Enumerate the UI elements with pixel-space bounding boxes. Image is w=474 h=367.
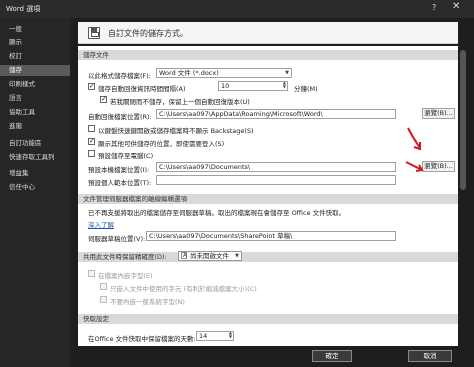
show-more-locations-label: 顯示其他可供儲存的位置，即使需要登入(S) <box>98 140 225 148</box>
sidebar-item-typography[interactable]: 印刷樣式 <box>0 79 70 90</box>
save-format-value: Word 文件 (*.docx) <box>159 69 219 77</box>
document-icon <box>181 252 187 260</box>
window-title: Word 選項 <box>6 5 41 13</box>
fidelity-document-value: 尚未開啟文件 <box>190 252 229 260</box>
default-to-computer-checkbox[interactable] <box>88 150 95 157</box>
fidelity-document-select[interactable]: 尚未開啟文件 ▼ <box>178 251 242 261</box>
sidebar-item-accessibility[interactable]: 協助工具 <box>0 107 70 118</box>
spinner-icon: ▲ ▼ <box>228 331 232 339</box>
embed-used-chars-checkbox[interactable] <box>100 283 107 290</box>
keep-last-version-checkbox[interactable] <box>100 95 107 103</box>
sidebar-item-save[interactable]: 儲存 <box>0 65 70 76</box>
title-bar: Word 選項 ? ✕ <box>0 0 474 18</box>
red-arrow-annotation-2 <box>405 161 424 172</box>
section-save-documents: 儲存文件 <box>78 50 458 60</box>
preserve-fidelity-label: 共用此文件時保留精確度(D): <box>83 253 167 261</box>
embed-fonts-label: 在檔案內嵌字型(E) <box>98 272 153 280</box>
section-offline-editing: 文件管理伺服器檔案的離線編輯選項 <box>78 194 458 204</box>
autorecover-label: 儲存自動回復資訊時間間隔(A) <box>98 85 186 93</box>
no-backstage-label: 以鍵盤快速鍵開啟或儲存檔案時不顯示 Backstage(S) <box>98 127 254 135</box>
default-to-computer-label: 預設儲存至電腦(C) <box>98 152 154 160</box>
learn-more-link[interactable]: 深入了解 <box>88 219 114 229</box>
scrollbar-thumb[interactable] <box>460 50 466 190</box>
show-more-locations-checkbox[interactable] <box>88 137 95 145</box>
chevron-down-icon: ▼ <box>285 70 289 76</box>
sidebar-item-addins[interactable]: 增益集 <box>0 168 70 179</box>
server-drafts-input[interactable]: C:\Users\aa097\Documents\SharePoint 草稿\ <box>146 231 396 241</box>
dialog-footer <box>78 346 458 367</box>
close-icon[interactable]: ✕ <box>452 1 460 12</box>
no-common-fonts-label: 不要內嵌一般系統字型(N) <box>110 298 185 306</box>
spinner-icon: ▲ ▼ <box>282 81 286 89</box>
red-arrow-annotation-1 <box>407 127 421 151</box>
autorecover-location-input[interactable]: C:\Users\aa097\AppData\Roaming\Microsoft… <box>156 109 396 119</box>
autorecover-checkbox[interactable] <box>88 82 95 90</box>
default-local-location-label: 預設本機檔案位置(I): <box>88 166 150 174</box>
autorecover-unit: 分鐘(M) <box>294 85 318 93</box>
cancel-button[interactable]: 取消 <box>408 350 452 362</box>
autorecover-minutes-input[interactable]: 10 ▲ ▼ <box>218 81 288 91</box>
browse-autorecover-button[interactable]: 瀏覽(B)... <box>422 108 455 119</box>
cache-days-label: 在Office 文件快取中保留檔案的天數: <box>88 335 196 343</box>
page-header: 自訂文件的儲存方式。 <box>78 22 458 44</box>
sidebar-item-display[interactable]: 顯示 <box>0 37 70 48</box>
sidebar: 一般 顯示 校訂 儲存 印刷樣式 語言 協助工具 進階 自訂功能區 快速存取工具… <box>0 18 70 367</box>
help-icon[interactable]: ? <box>432 3 436 12</box>
server-drafts-label: 伺服器草稿位置(V): <box>88 235 146 243</box>
save-icon <box>88 27 100 39</box>
personal-template-label: 預設個人範本位置(T): <box>88 179 152 187</box>
embed-used-chars-label: 只嵌入文件中使用的字元 (有利於縮減檔案大小)(C) <box>110 285 257 293</box>
browse-default-local-button[interactable]: 瀏覽(B)... <box>422 161 455 172</box>
offline-info-text: 已不再支援將取出的檔案儲存至伺服器草稿。取出的檔案現在會儲存至 Office 文… <box>88 209 346 217</box>
chevron-down-icon: ▼ <box>235 253 239 259</box>
autorecover-minutes-value: 10 <box>221 82 230 90</box>
settings-panel: 儲存文件 以此格式儲存檔案(F): Word 文件 (*.docx) ▼ 儲存自… <box>78 46 458 346</box>
sidebar-item-customize-ribbon[interactable]: 自訂功能區 <box>0 138 70 149</box>
cache-days-input[interactable]: 14 ▲ ▼ <box>196 331 234 341</box>
sidebar-item-language[interactable]: 語言 <box>0 93 70 104</box>
save-format-label: 以此格式儲存檔案(F): <box>88 72 152 80</box>
default-local-location-input[interactable]: C:\Users\aa097\Documents\ <box>156 162 396 172</box>
section-preserve-fidelity: 共用此文件時保留精確度(D): <box>78 252 458 262</box>
autorecover-location-label: 自動回復檔案位置(R): <box>88 113 152 121</box>
no-common-fonts-checkbox[interactable] <box>100 296 107 303</box>
sidebar-item-general[interactable]: 一般 <box>0 24 70 35</box>
page-title: 自訂文件的儲存方式。 <box>108 29 188 38</box>
section-cache-settings: 快取設定 <box>78 314 458 324</box>
sidebar-item-advanced[interactable]: 進階 <box>0 121 70 132</box>
personal-template-input[interactable] <box>156 175 396 185</box>
keep-last-version-label: 若我關閉而不儲存，保留上一個自動回復版本(U) <box>110 98 250 106</box>
embed-fonts-checkbox[interactable] <box>88 270 95 277</box>
save-format-select[interactable]: Word 文件 (*.docx) ▼ <box>156 68 292 78</box>
sidebar-item-trust-center[interactable]: 信任中心 <box>0 182 70 193</box>
sidebar-item-quick-access[interactable]: 快速存取工具列 <box>0 152 70 163</box>
ok-button[interactable]: 確定 <box>312 350 352 362</box>
sidebar-item-proofing[interactable]: 校訂 <box>0 51 70 62</box>
cache-days-value: 14 <box>199 332 208 340</box>
no-backstage-checkbox[interactable] <box>88 125 95 132</box>
